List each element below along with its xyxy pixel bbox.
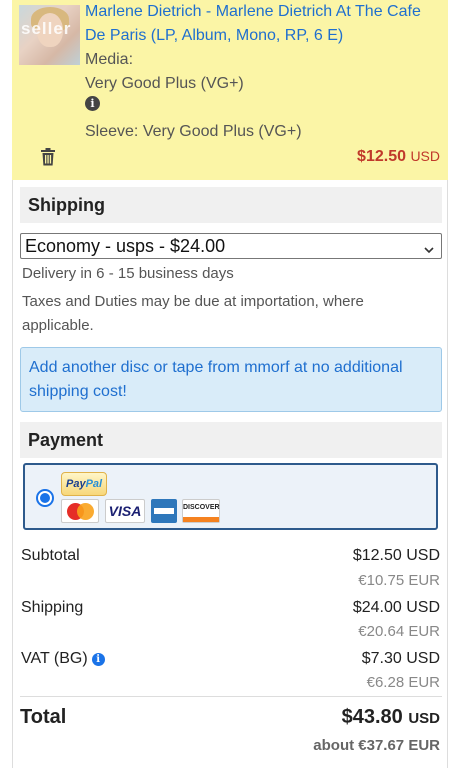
total-currency: USD: [408, 710, 440, 727]
item-title-link[interactable]: Marlene Dietrich - Marlene Dietrich At T…: [85, 0, 445, 48]
thumbnail-watermark: seller: [21, 19, 72, 38]
shipping-method-select[interactable]: Economy - usps - $24.00: [20, 233, 442, 259]
vat-label: VAT (BG): [21, 650, 88, 667]
summary-divider: [20, 696, 442, 697]
total-eur-estimate: about €37.67 EUR: [313, 737, 440, 754]
total-value: $43.80: [341, 706, 403, 728]
paypal-logo-pay: Pay: [66, 478, 86, 490]
discover-label: DISCOVER: [183, 504, 220, 511]
visa-icon: VISA: [105, 499, 145, 523]
combined-shipping-notice: Add another disc or tape from mmorf at n…: [20, 347, 442, 412]
vat-eur: €6.28 EUR: [366, 674, 440, 691]
item-price-currency: USD: [410, 148, 440, 164]
vat-row-label: VAT (BG) i: [21, 650, 105, 668]
media-label: Media:: [85, 51, 134, 68]
info-icon[interactable]: i: [85, 96, 100, 111]
media-condition: Very Good Plus (VG+): [85, 75, 244, 92]
delivery-estimate: Delivery in 6 - 15 business days: [22, 265, 234, 282]
shipping-cost-label: Shipping: [21, 599, 84, 616]
cart-item: seller Marlene Dietrich - Marlene Dietri…: [12, 0, 448, 180]
subtotal-usd: $12.50 USD: [352, 547, 440, 564]
mastercard-icon: [61, 499, 99, 523]
total-label: Total: [20, 706, 67, 728]
subtotal-eur: €10.75 EUR: [358, 572, 440, 589]
amex-icon: [151, 499, 177, 523]
item-thumbnail[interactable]: seller: [19, 5, 80, 65]
discover-icon: DISCOVER: [182, 499, 220, 523]
payment-option-paypal[interactable]: PayPal VISA DISCOVER: [23, 463, 438, 530]
vat-info-icon[interactable]: i: [91, 653, 105, 666]
shipping-selected-option: Economy - usps - $24.00: [25, 236, 226, 256]
shipping-cost-usd: $24.00 USD: [352, 599, 440, 616]
trash-icon[interactable]: [40, 148, 56, 170]
payment-heading: Payment: [20, 422, 442, 458]
vat-usd: $7.30 USD: [361, 650, 440, 667]
item-price-amount: $12.50: [357, 148, 406, 165]
paypal-radio[interactable]: [36, 489, 54, 507]
item-price: $12.50 USD: [357, 148, 440, 166]
paypal-logo: PayPal: [61, 472, 107, 496]
taxes-note: Taxes and Duties may be due at importati…: [22, 293, 364, 334]
subtotal-label: Subtotal: [21, 547, 80, 564]
total-amount: $43.80 USD: [342, 706, 440, 729]
paypal-logo-pal: Pal: [85, 478, 103, 490]
shipping-heading: Shipping: [20, 187, 442, 223]
radio-selected-dot: [40, 493, 50, 503]
shipping-cost-eur: €20.64 EUR: [358, 623, 440, 640]
sleeve-condition: Sleeve: Very Good Plus (VG+): [85, 123, 302, 140]
chevron-down-icon: [423, 238, 435, 262]
